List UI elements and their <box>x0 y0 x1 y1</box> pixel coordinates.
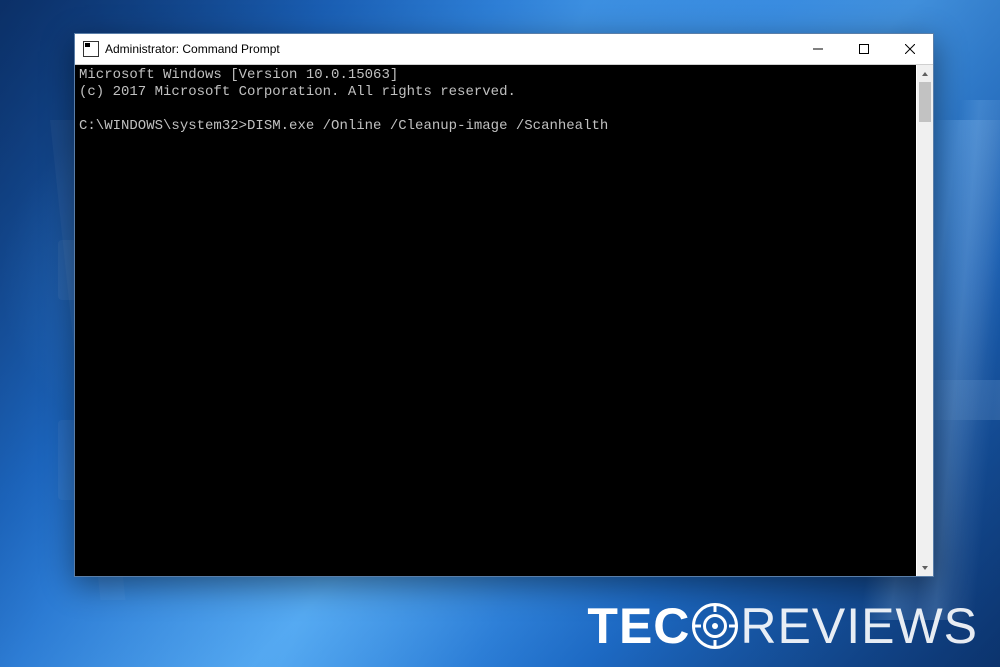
maximize-icon <box>859 44 869 54</box>
titlebar[interactable]: Administrator: Command Prompt <box>75 34 933 64</box>
terminal-line: (c) 2017 Microsoft Corporation. All righ… <box>79 84 516 100</box>
chevron-up-icon <box>921 70 929 78</box>
minimize-icon <box>813 44 823 54</box>
command-prompt-window: Administrator: Command Prompt Microsoft … <box>74 33 934 577</box>
target-icon <box>692 603 738 649</box>
terminal-prompt: C:\WINDOWS\system32> <box>79 118 247 134</box>
terminal-output[interactable]: Microsoft Windows [Version 10.0.15063] (… <box>75 65 916 576</box>
watermark-text-bold: TEC <box>587 598 690 654</box>
close-icon <box>905 44 915 54</box>
scroll-up-button[interactable] <box>917 65 933 82</box>
vertical-scrollbar[interactable] <box>916 65 933 576</box>
watermark-logo: TEC REVIEWS <box>587 597 978 655</box>
terminal-command: DISM.exe /Online /Cleanup-image /Scanhea… <box>247 118 608 134</box>
maximize-button[interactable] <box>841 34 887 64</box>
terminal-line: Microsoft Windows [Version 10.0.15063] <box>79 67 398 83</box>
scroll-down-button[interactable] <box>917 559 933 576</box>
scrollbar-thumb[interactable] <box>919 82 931 122</box>
chevron-down-icon <box>921 564 929 572</box>
window-title: Administrator: Command Prompt <box>105 42 280 56</box>
minimize-button[interactable] <box>795 34 841 64</box>
cmd-icon <box>83 41 99 57</box>
watermark-text-thin: REVIEWS <box>740 598 978 654</box>
close-button[interactable] <box>887 34 933 64</box>
scrollbar-track[interactable] <box>917 82 933 559</box>
window-client-area: Microsoft Windows [Version 10.0.15063] (… <box>75 64 933 576</box>
